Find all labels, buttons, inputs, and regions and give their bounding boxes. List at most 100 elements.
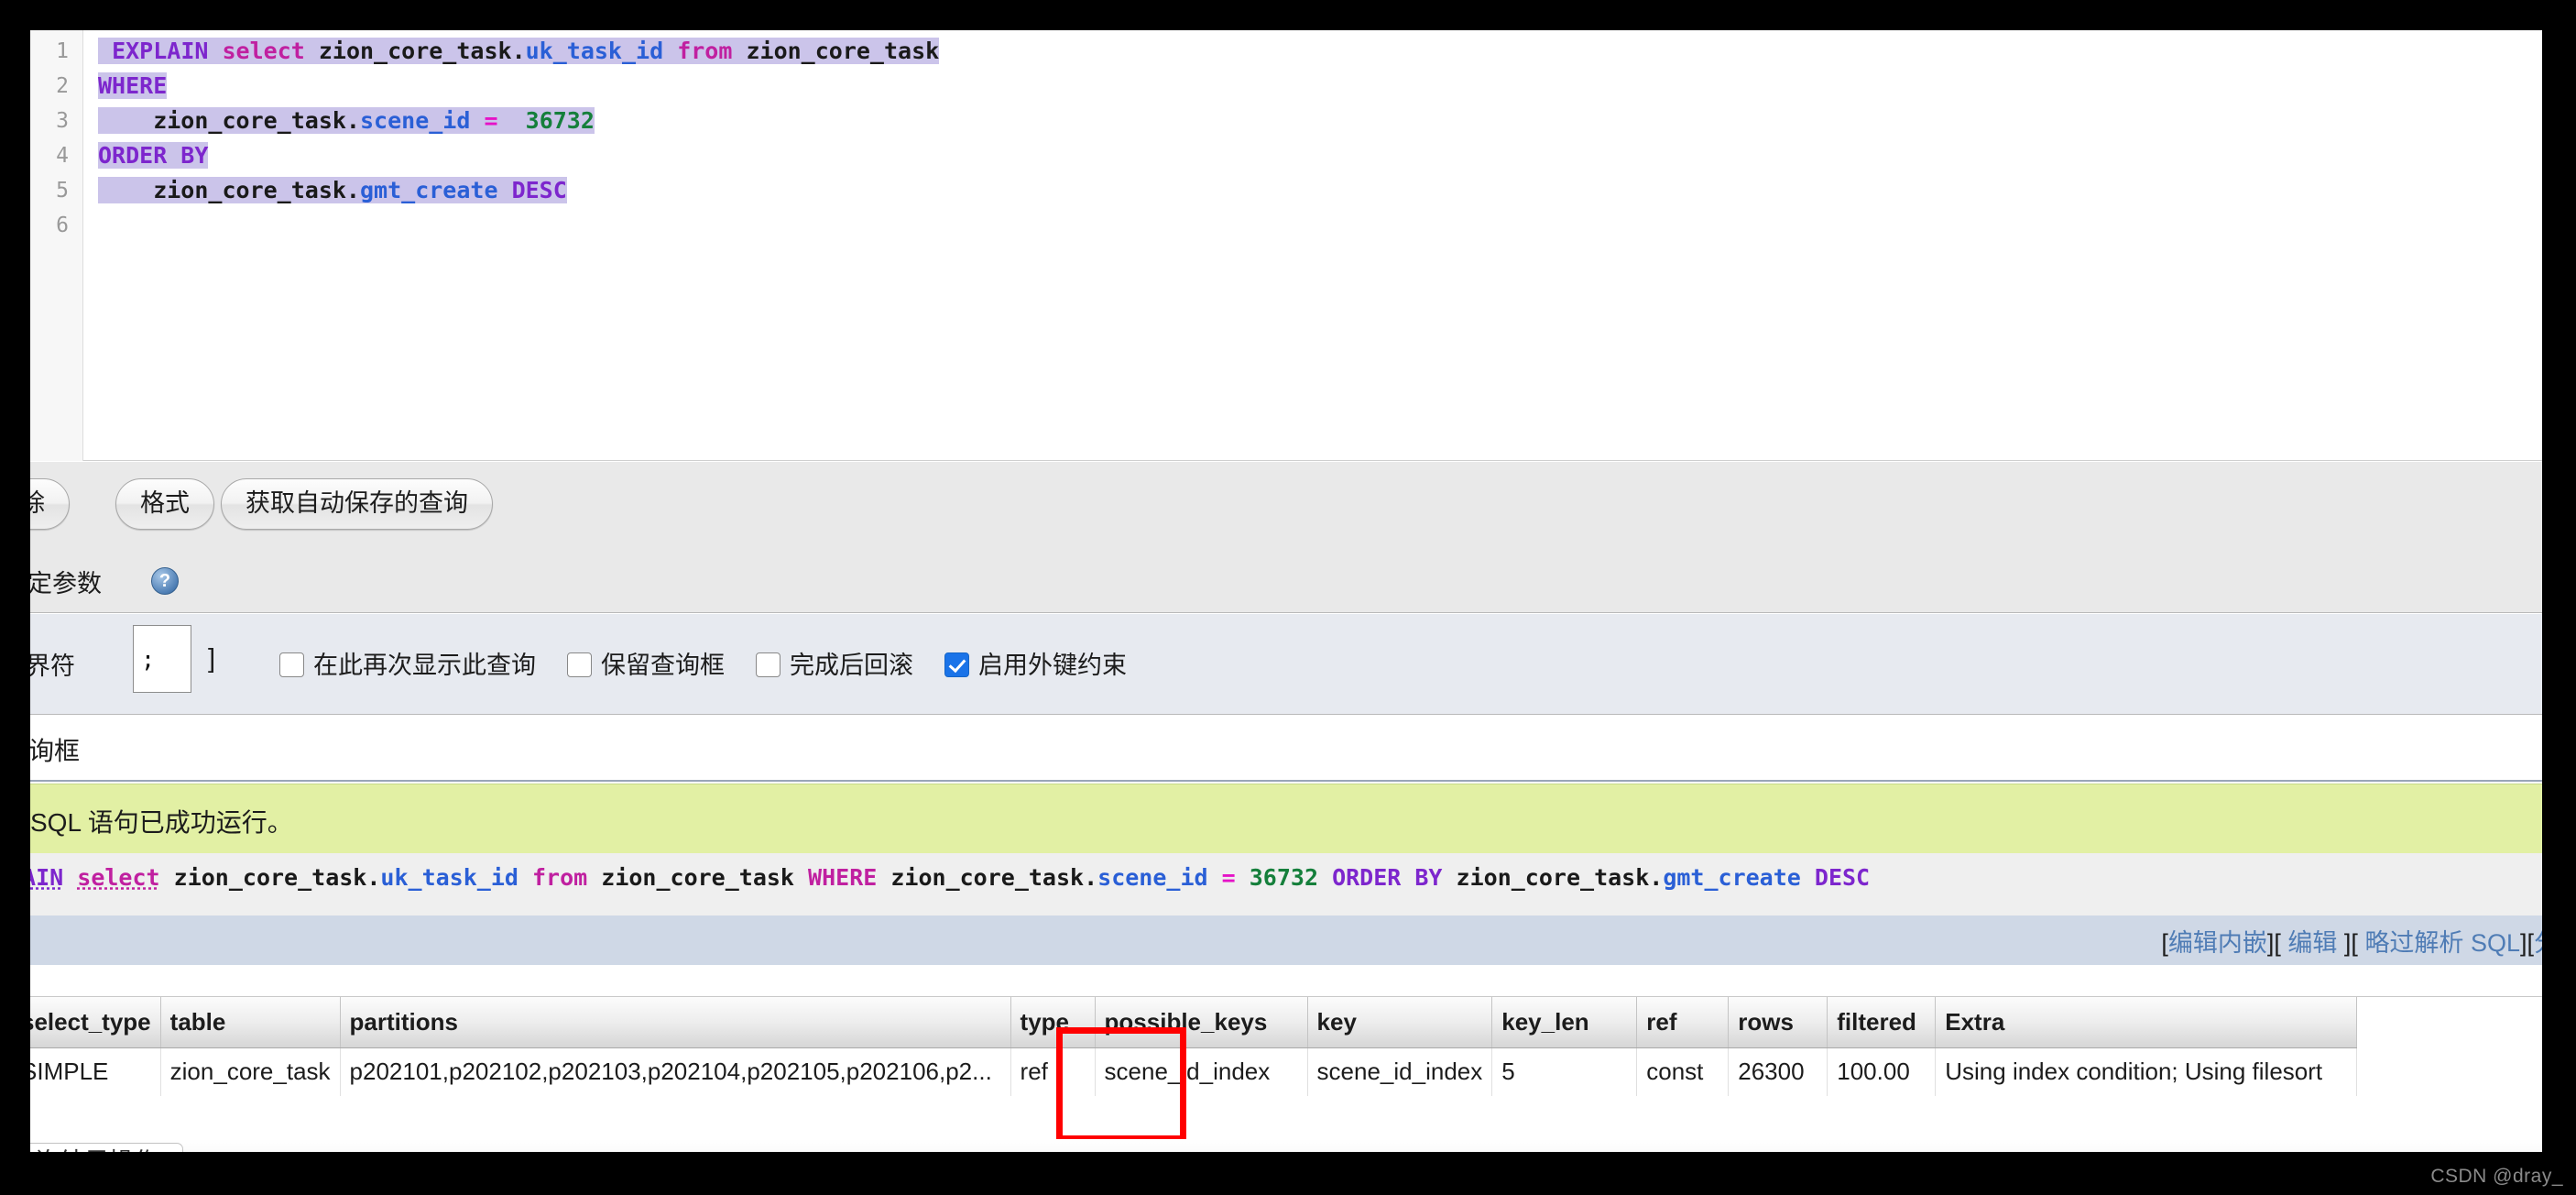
- cell-Extra: Using index condition; Using filesort: [1935, 1047, 2358, 1096]
- code-token: zion_core_task.: [98, 107, 360, 134]
- editor-toolbar: 除 格式 获取自动保存的查询: [30, 462, 2542, 551]
- sql-echo-token: [1318, 864, 1332, 891]
- sql-echo-token: [1236, 864, 1250, 891]
- checkbox-unchecked[interactable]: [567, 652, 592, 677]
- query-box-title: 查询框: [30, 737, 81, 765]
- code-token: DESC: [511, 177, 567, 203]
- cell-key_len: 5: [1491, 1047, 1638, 1096]
- code-token: ORDER BY: [98, 142, 209, 169]
- column-header-table[interactable]: table: [160, 997, 341, 1048]
- sql-echo-token: zion_core_task.: [877, 864, 1098, 891]
- link-bracket-open: [: [2161, 929, 2168, 957]
- cell-rows: 26300: [1728, 1047, 1828, 1096]
- sql-echo-token: scene_id: [1097, 864, 1208, 891]
- column-header-key_len[interactable]: key_len: [1491, 997, 1638, 1048]
- code-token: from: [677, 38, 733, 64]
- tab-query-result-operations[interactable]: 询结果操作: [30, 1143, 183, 1152]
- sql-action-link[interactable]: 略过解析 SQL: [2364, 929, 2520, 957]
- query-box-section: 查询框: [30, 715, 2542, 782]
- sql-echo-token: uk_task_id: [380, 864, 518, 891]
- executed-sql-text: LAIN select zion_core_task.uk_task_id fr…: [30, 864, 1870, 891]
- clear-button[interactable]: 除: [30, 478, 70, 530]
- delimiter-input[interactable]: [133, 625, 191, 693]
- column-header-key[interactable]: key: [1307, 997, 1493, 1048]
- code-token: select: [222, 38, 305, 64]
- sql-echo-token: [63, 864, 77, 891]
- code-token: WHERE: [98, 72, 168, 99]
- checkbox-label[interactable]: 在此再次显示此查询: [313, 652, 536, 679]
- help-icon[interactable]: ?: [151, 567, 179, 595]
- bind-parameters-row: 绑定参数 ?: [30, 551, 2542, 613]
- code-line[interactable]: zion_core_task.gmt_create DESC: [98, 173, 567, 208]
- line-number: 6: [56, 214, 69, 237]
- sql-echo-token: zion_core_task.: [1442, 864, 1664, 891]
- line-number: 5: [56, 179, 69, 203]
- code-line[interactable]: EXPLAIN select zion_core_task.uk_task_id…: [98, 34, 940, 69]
- selected-code: WHERE: [98, 72, 168, 99]
- checkbox-unchecked[interactable]: [756, 652, 780, 677]
- executed-sql-echo[interactable]: LAIN select zion_core_task.uk_task_id fr…: [30, 853, 2542, 915]
- sql-editor[interactable]: 123456 EXPLAIN select zion_core_task.uk_…: [30, 30, 2542, 461]
- editor-code-area[interactable]: EXPLAIN select zion_core_task.uk_task_id…: [84, 30, 2542, 460]
- code-token: scene_id: [359, 107, 471, 134]
- checkbox-label[interactable]: 完成后回滚: [790, 652, 913, 679]
- table-row: SIMPLEzion_core_taskp202101,p202102,p202…: [30, 1047, 2358, 1096]
- checkbox-label[interactable]: 保留查询框: [601, 652, 725, 679]
- code-line[interactable]: WHERE: [98, 69, 168, 104]
- cell-key: scene_id_index: [1307, 1047, 1493, 1096]
- column-header-possible_keys[interactable]: possible_keys: [1095, 997, 1308, 1048]
- cell-partitions: p202101,p202102,p202103,p202104,p202105,…: [340, 1047, 1011, 1096]
- sql-echo-token: select: [77, 864, 160, 891]
- column-header-partitions[interactable]: partitions: [340, 997, 1011, 1048]
- line-number: 1: [56, 39, 69, 63]
- link-bracket-open: [: [2274, 929, 2288, 957]
- format-button[interactable]: 格式: [115, 478, 214, 530]
- phpmyadmin-sql-page: 123456 EXPLAIN select zion_core_task.uk_…: [30, 30, 2542, 1152]
- query-option-checkboxes: 在此再次显示此查询 保留查询框 完成后回滚 启用外键约束: [279, 645, 1158, 681]
- code-token: EXPLAIN: [112, 38, 209, 64]
- cell-filtered: 100.00: [1827, 1047, 1937, 1096]
- line-number: 4: [56, 144, 69, 168]
- sql-echo-token: from: [532, 864, 588, 891]
- sql-action-link[interactable]: 编辑: [2287, 929, 2337, 957]
- query-result-operations-bar: 询结果操作: [30, 1139, 2542, 1152]
- column-header-ref[interactable]: ref: [1636, 997, 1730, 1048]
- code-token: =: [484, 107, 498, 134]
- code-token: zion_core_task.: [98, 177, 360, 203]
- cell-ref: const: [1636, 1047, 1730, 1096]
- checkbox-unchecked[interactable]: [279, 652, 304, 677]
- column-header-select_type[interactable]: select_type: [30, 997, 161, 1048]
- column-header-filtered[interactable]: filtered: [1827, 997, 1937, 1048]
- delimiter-label: 定界符: [30, 652, 75, 680]
- code-line[interactable]: ORDER BY: [98, 138, 209, 173]
- screenshot-frame: 123456 EXPLAIN select zion_core_task.uk_…: [0, 0, 2576, 1195]
- selected-code: ORDER BY: [98, 142, 209, 169]
- result-separator: [30, 965, 2542, 997]
- get-autosaved-query-button[interactable]: 获取自动保存的查询: [221, 478, 493, 530]
- link-bracket-open: [: [2351, 929, 2365, 957]
- column-header-Extra[interactable]: Extra: [1935, 997, 2358, 1048]
- close-bracket: ]: [208, 644, 216, 674]
- link-bracket-open: [: [2527, 929, 2534, 957]
- checkbox-label[interactable]: 启用外键约束: [978, 652, 1127, 679]
- sql-action-link[interactable]: 编辑内嵌: [2168, 929, 2267, 957]
- sql-echo-token: WHERE: [808, 864, 878, 891]
- sql-action-links-bar: [编辑内嵌][ 编辑 ][ 略过解析 SQL][分: [30, 915, 2542, 965]
- column-header-rows[interactable]: rows: [1728, 997, 1828, 1048]
- explain-result-table: select_type table partitions type possible_k…: [30, 997, 2358, 1096]
- checkbox-checked[interactable]: [944, 652, 969, 677]
- selected-code: EXPLAIN select zion_core_task.uk_task_id…: [98, 38, 940, 64]
- code-token: zion_core_task.: [304, 38, 526, 64]
- sql-echo-token: [1801, 864, 1815, 891]
- sql-echo-token: zion_core_task: [587, 864, 809, 891]
- column-header-type[interactable]: type: [1010, 997, 1096, 1048]
- selected-code: zion_core_task.scene_id = 36732: [98, 107, 595, 134]
- sql-echo-token: [1208, 864, 1222, 891]
- code-token: gmt_create: [359, 177, 498, 203]
- code-line[interactable]: zion_core_task.scene_id = 36732: [98, 104, 595, 138]
- code-token: uk_task_id: [525, 38, 664, 64]
- sql-action-link[interactable]: 分: [2534, 929, 2542, 957]
